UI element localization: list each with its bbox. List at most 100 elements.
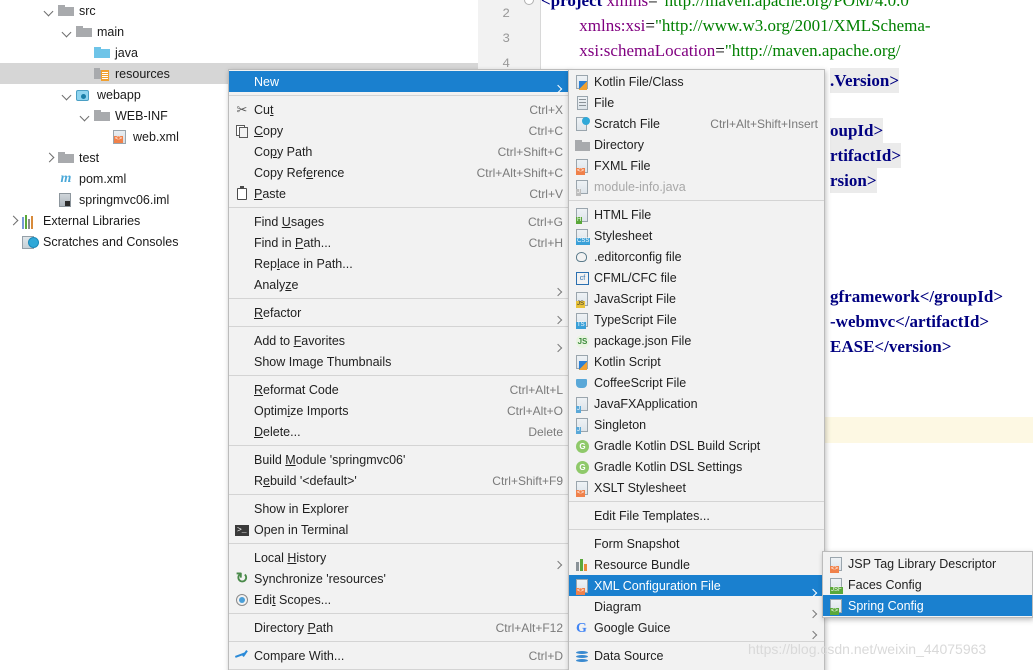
menu-item-resource-bundle[interactable]: Resource Bundle [569,554,824,575]
code-line: <project xmlns="http://maven.apache.org/… [541,0,909,13]
menu-item-javafxapplication[interactable]: J JavaFXApplication [569,393,824,414]
menu-item-kotlin-file-class[interactable]: Kotlin File/Class [569,71,824,92]
menu-item-refactor[interactable]: Refactor [229,302,569,323]
menu-item-xslt-stylesheet[interactable]: <> XSLT Stylesheet [569,477,824,498]
menu-item-edit-scopes[interactable]: Edit Scopes... [229,589,569,610]
menu-item-label: Reformat Code [254,382,339,397]
menu-item-compare-with[interactable]: Compare With... Ctrl+D [229,645,569,666]
menu-item-label: module-info.java [594,179,686,194]
menu-separator [569,529,824,530]
menu-item-label: JSP Tag Library Descriptor [848,556,997,571]
menu-item-html-file[interactable]: H HTML File [569,204,824,225]
menu-item-stylesheet[interactable]: CSS Stylesheet [569,225,824,246]
tree-twisty-down-icon[interactable] [62,89,73,100]
menu-item-open-in-terminal[interactable]: >_ Open in Terminal [229,519,569,540]
tree-twisty-right-icon[interactable] [44,152,55,163]
menu-item-label: Replace in Path... [254,256,353,271]
code-fold-icon[interactable] [524,0,534,5]
menu-item-shortcut: Ctrl+C [528,123,563,138]
java-module-icon: J [573,179,591,196]
tree-row-java[interactable]: java [0,42,478,63]
menu-item-label: Scratch File [594,116,660,131]
code-fragment: .Version> [830,68,900,93]
menu-item-file[interactable]: File [569,92,824,113]
menu-item-shortcut: Ctrl+X [529,102,563,117]
menu-item-javascript-file[interactable]: JS JavaScript File [569,288,824,309]
menu-item-build-module-springmvc06[interactable]: Build Module 'springmvc06' [229,449,569,470]
menu-item-label: CoffeeScript File [594,375,687,390]
menu-item-directory[interactable]: Directory [569,134,824,155]
menu-item-directory-path[interactable]: Directory Path Ctrl+Alt+F12 [229,617,569,638]
menu-item-cfml-cfc-file[interactable]: cf CFML/CFC file [569,267,824,288]
menu-item-analyze[interactable]: Analyze [229,274,569,295]
menu-item-form-snapshot[interactable]: Form Snapshot [569,533,824,554]
file-icon [573,95,591,111]
menu-item-servlet[interactable]: Servlet [569,666,824,670]
menu-item-gradle-kotlin-dsl-build-script[interactable]: G Gradle Kotlin DSL Build Script [569,435,824,456]
menu-item-label: Form Snapshot [594,536,680,551]
menu-item-label: Resource Bundle [594,557,690,572]
menu-item-faces-config[interactable]: JSF Faces Config [823,574,1032,595]
menu-item-label: HTML File [594,207,652,222]
menu-item-jsp-tag-library-descriptor[interactable]: <> JSP Tag Library Descriptor [823,553,1032,574]
menu-item-label: Data Source [594,648,664,663]
menu-item-replace-in-path[interactable]: Replace in Path... [229,253,569,274]
menu-item-local-history[interactable]: Local History [229,547,569,568]
tree-item-label: test [79,150,100,165]
menu-item-scratch-file[interactable]: Scratch File Ctrl+Alt+Shift+Insert [569,113,824,134]
menu-item-copy-path[interactable]: Copy Path Ctrl+Shift+C [229,141,569,162]
menu-item-fxml-file[interactable]: <> FXML File [569,155,824,176]
tree-twisty-right-icon[interactable] [8,215,19,226]
context-menu[interactable]: New ✂ Cut Ctrl+X Copy Ctrl+C Copy Path Ctrl+Shi… [228,69,570,670]
xml-file-icon [112,129,128,145]
menu-item-cut[interactable]: ✂ Cut Ctrl+X [229,99,569,120]
menu-item-coffeescript-file[interactable]: CoffeeScript File [569,372,824,393]
menu-item-reformat-code[interactable]: Reformat Code Ctrl+Alt+L [229,379,569,400]
menu-item-rebuild-default[interactable]: Rebuild '<default>' Ctrl+Shift+F9 [229,470,569,491]
blank-icon [233,214,251,230]
sync-icon: ↻ [235,569,249,587]
menu-separator [569,641,824,642]
menu-item-find-in-path[interactable]: Find in Path... Ctrl+H [229,232,569,253]
menu-item-data-source[interactable]: Data Source [569,645,824,666]
tree-item-label: springmvc06.iml [79,192,170,207]
menu-item-show-image-thumbnails[interactable]: Show Image Thumbnails [229,351,569,372]
menu-item-label: Open in Terminal [254,522,349,537]
menu-item-edit-file-templates[interactable]: Edit File Templates... [569,505,824,526]
menu-item-label: New [254,74,280,89]
blank-icon [573,508,591,524]
menu-item-spring-config[interactable]: <> Spring Config [823,595,1032,616]
menu-item-google-guice[interactable]: G Google Guice [569,617,824,638]
menu-item-delete[interactable]: Delete... Delete [229,421,569,442]
menu-item-label: Analyze [254,277,299,292]
menu-item-gradle-kotlin-dsl-settings[interactable]: G Gradle Kotlin DSL Settings [569,456,824,477]
packagejson-icon: JS [576,334,589,348]
menu-item-find-usages[interactable]: Find Usages Ctrl+G [229,211,569,232]
blank-icon [233,620,251,636]
xml-configuration-file-submenu[interactable]: <> JSP Tag Library Descriptor JSF Faces Con… [822,551,1033,618]
menu-item-optimize-imports[interactable]: Optimize Imports Ctrl+Alt+O [229,400,569,421]
menu-item-add-to-favorites[interactable]: Add to Favorites [229,330,569,351]
menu-item-copy-reference[interactable]: Copy Reference Ctrl+Alt+Shift+C [229,162,569,183]
tree-row-src[interactable]: src [0,0,478,21]
menu-item-diagram[interactable]: Diagram [569,596,824,617]
menu-item-synchronize-resources[interactable]: ↻ Synchronize 'resources' [229,568,569,589]
menu-item-typescript-file[interactable]: TS TypeScript File [569,309,824,330]
menu-item-label: Show Image Thumbnails [254,354,392,369]
new-submenu[interactable]: Kotlin File/Class File Scratch File Ctrl+Al… [568,69,825,670]
tree-twisty-down-icon[interactable] [80,110,91,121]
code-token: "http://www.w3.org/2001/XMLSchema- [654,16,931,35]
menu-item-xml-configuration-file[interactable]: <> XML Configuration File [569,575,824,596]
menu-item-show-in-explorer[interactable]: Show in Explorer [229,498,569,519]
tree-twisty-down-icon[interactable] [62,26,73,37]
menu-item-editorconfig-file[interactable]: .editorconfig file [569,246,824,267]
menu-item-paste[interactable]: Paste Ctrl+V [229,183,569,204]
menu-item-package-json-file[interactable]: JS package.json File [569,330,824,351]
menu-item-new[interactable]: New [229,71,569,92]
menu-item-copy[interactable]: Copy Ctrl+C [229,120,569,141]
menu-item-singleton[interactable]: J Singleton [569,414,824,435]
tree-row-main[interactable]: main [0,21,478,42]
tree-twisty-down-icon[interactable] [44,5,55,16]
menu-item-label: .editorconfig file [594,249,682,264]
menu-item-kotlin-script[interactable]: Kotlin Script [569,351,824,372]
